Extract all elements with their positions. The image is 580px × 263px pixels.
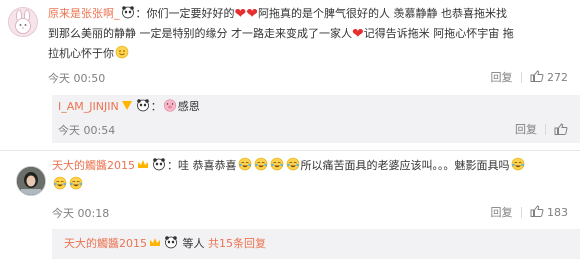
- comment-body: 原来是张张啊_ ：你们一定要好好的❤❤阿拖真的是个脾气很好的人 羡慕静静 也恭喜拖…: [48, 6, 514, 60]
- reply-button[interactable]: 回复: [515, 121, 537, 137]
- comment-item: 天大的觸醬2015 ：哇 恭喜恭喜 所以痛苦面具的老婆应该叫。。。魅影面具吗 今天 …: [0, 152, 580, 232]
- heart-emoji-icon: ❤: [246, 6, 258, 22]
- comment-username[interactable]: 原来是张张啊_: [48, 7, 120, 20]
- panda-emoji-icon: [136, 99, 149, 112]
- laugh-cry-emoji-icon: [53, 176, 67, 190]
- smile-emoji-icon: [115, 45, 129, 59]
- comment-username[interactable]: 天大的觸醬2015: [52, 159, 135, 172]
- heart-emoji-icon: ❤: [234, 6, 247, 22]
- comment-text: 拉机心怀于你: [48, 47, 114, 60]
- comment-time: 今天 00:18: [52, 207, 110, 220]
- pig-emoji-icon: [163, 99, 176, 112]
- crown-badge-icon: [138, 160, 148, 168]
- comment-body: 天大的觸醬2015 ：哇 恭喜恭喜 所以痛苦面具的老婆应该叫。。。魅影面具吗: [52, 156, 572, 194]
- like-count: 272: [547, 70, 568, 84]
- rabbit-avatar-icon: [9, 8, 37, 36]
- like-count: 183: [547, 205, 568, 219]
- panda-emoji-icon: [121, 6, 134, 19]
- comment-actions: 回复 272: [491, 69, 568, 85]
- comment-text: 记得告诉拖米 阿拖心怀宇宙 拖: [363, 27, 514, 40]
- like-button[interactable]: [554, 122, 568, 136]
- comment-text: 哇 恭喜恭喜: [178, 159, 237, 172]
- laugh-cry-emoji-icon: [511, 157, 524, 171]
- panda-emoji-icon: [165, 236, 177, 249]
- avatar[interactable]: [8, 7, 38, 37]
- laugh-cry-emoji-icon: [238, 157, 251, 171]
- more-replies-others: 等人: [182, 237, 205, 250]
- divider: [520, 71, 522, 83]
- verified-badge-icon: [121, 101, 132, 110]
- divider: [545, 123, 546, 135]
- reply-username[interactable]: 天大的觸醬2015: [64, 237, 147, 250]
- reply-button[interactable]: 回复: [491, 204, 513, 220]
- panda-emoji-icon: [153, 158, 165, 171]
- laugh-cry-emoji-icon: [270, 157, 283, 171]
- laugh-cry-emoji-icon: [254, 157, 267, 171]
- thumbs-up-icon: [554, 122, 568, 135]
- thumbs-up-icon: [530, 205, 543, 218]
- comment-text: 阿拖真的是个脾气很好的人 羡慕静静 也恭喜拖米找: [257, 7, 507, 20]
- like-button[interactable]: 272: [530, 70, 568, 84]
- comment-actions: 回复 183: [491, 204, 568, 220]
- reply-button[interactable]: 回复: [491, 69, 513, 85]
- laugh-cry-emoji-icon: [69, 176, 83, 190]
- comment-time: 今天 00:50: [48, 72, 106, 85]
- comment-item: 原来是张张啊_ ：你们一定要好好的❤❤阿拖真的是个脾气很好的人 羡慕静静 也恭喜拖…: [0, 0, 580, 92]
- comment-text: 所以痛苦面具的老婆应该叫。。。魅影面具吗: [300, 159, 510, 172]
- laugh-cry-emoji-icon: [286, 157, 299, 171]
- reply-text: 感恩: [177, 100, 200, 113]
- reply-body: I_AM_JINJIN：感恩: [58, 99, 200, 113]
- reply-box: I_AM_JINJIN：感恩 今天 00:54 回复: [52, 95, 580, 143]
- comment-text: 到那么美丽的静静 一定是特别的缘分 才一路走来变成了一家人: [48, 27, 352, 40]
- person-avatar-icon: [17, 167, 45, 195]
- thumbs-up-icon: [530, 70, 543, 83]
- divider: [0, 150, 580, 151]
- reply-username[interactable]: I_AM_JINJIN: [58, 100, 119, 113]
- reply-actions: 回复: [515, 121, 568, 137]
- more-replies-link[interactable]: 共15条回复: [208, 237, 266, 250]
- comment-text: 你们一定要好好的: [146, 7, 235, 20]
- heart-emoji-icon: ❤: [352, 26, 364, 42]
- more-replies-box: 天大的觸醬2015 等人 共15条回复: [52, 229, 580, 259]
- crown-badge-icon: [150, 238, 160, 246]
- divider: [520, 206, 522, 218]
- reply-time: 今天 00:54: [58, 124, 116, 137]
- avatar[interactable]: [16, 166, 46, 196]
- like-button[interactable]: 183: [530, 205, 568, 219]
- more-replies-text: 天大的觸醬2015 等人 共15条回复: [64, 234, 266, 253]
